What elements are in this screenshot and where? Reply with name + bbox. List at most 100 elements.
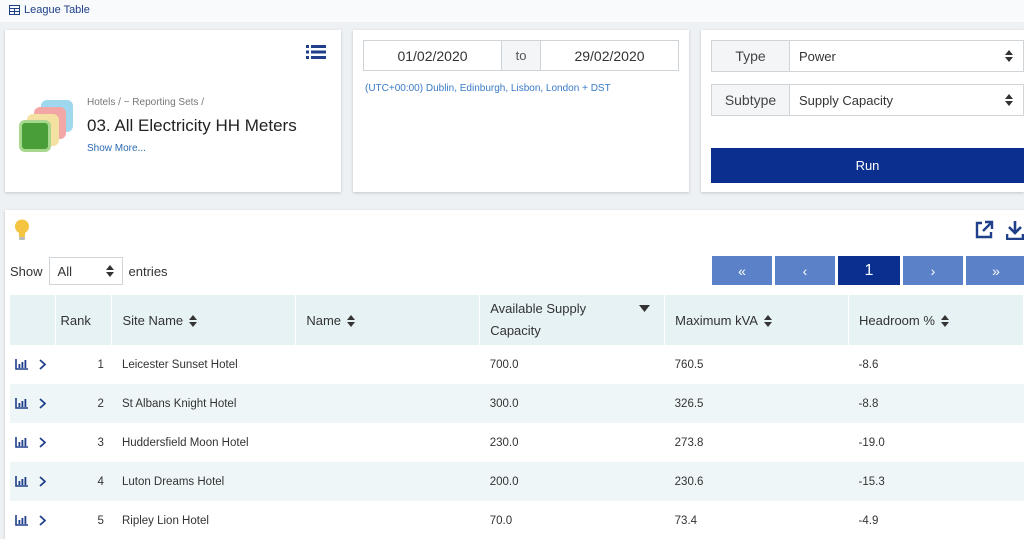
sort-desc-icon — [639, 305, 651, 312]
show-label: Show — [10, 263, 43, 279]
available-supply-capacity-header[interactable]: Available Supply Capacity — [479, 295, 666, 345]
headroom-header[interactable]: Headroom % — [848, 295, 1024, 345]
reporting-set-name: 03. All Electricity HH Meters — [87, 116, 297, 135]
rank-cell: 2 — [55, 384, 112, 423]
type-value[interactable]: Power — [790, 41, 995, 71]
open-external-icon[interactable] — [974, 220, 994, 240]
breadcrumb[interactable]: Hotels / ~ Reporting Sets / — [87, 97, 204, 108]
bar-chart-icon[interactable] — [15, 436, 28, 448]
table-row[interactable]: 2 St Albans Knight Hotel 300.0 326.5 -8.8 — [10, 384, 1024, 423]
row-actions — [10, 462, 56, 501]
sort-caret-icon — [347, 315, 356, 328]
maximum-kva-cell: 73.4 — [674, 514, 698, 527]
page-title: League Table — [24, 4, 90, 16]
first-page-button[interactable]: « — [712, 256, 772, 285]
table-row[interactable]: 1 Leicester Sunset Hotel 700.0 760.5 -8.6 — [10, 345, 1024, 384]
entries-suffix: entries — [128, 263, 168, 279]
rank-header[interactable]: Rank — [55, 295, 113, 345]
headroom-cell: -8.6 — [858, 358, 879, 371]
row-actions — [10, 423, 56, 462]
subtype-select[interactable]: Subtype Supply Capacity — [711, 84, 1024, 116]
prev-page-button[interactable]: ‹ — [775, 256, 835, 285]
row-actions — [10, 345, 56, 384]
headroom-cell: -8.8 — [848, 384, 1024, 423]
site-name-cell: Huddersfield Moon Hotel — [121, 436, 249, 449]
pagination: « ‹ 1 › » — [712, 256, 1024, 285]
start-date-input[interactable]: 01/02/2020 — [364, 41, 501, 70]
bar-chart-icon[interactable] — [15, 514, 28, 526]
name-cell — [295, 462, 480, 501]
last-page-button[interactable]: » — [966, 256, 1024, 285]
name-header[interactable]: Name — [295, 295, 481, 345]
name-cell — [296, 501, 480, 539]
entries-control: Show All entries — [10, 257, 168, 285]
name-cell — [295, 384, 480, 423]
league-table: Rank Site Name Name Available Supply Cap… — [10, 295, 1024, 539]
date-range-card: 01/02/2020 to 29/02/2020 (UTC+00:00) Dub… — [353, 30, 689, 192]
sort-caret-icon — [995, 85, 1023, 115]
capacity-cell: 700.0 — [489, 358, 519, 371]
chevron-right-icon[interactable] — [39, 398, 47, 409]
capacity-cell: 230.0 — [489, 436, 519, 449]
maximum-kva-header[interactable]: Maximum kVA — [664, 295, 850, 345]
league-table-panel: Show All entries « ‹ 1 › » Rank Site Nam… — [5, 210, 1024, 539]
reporting-set-icon — [19, 100, 81, 156]
chevron-right-icon[interactable] — [39, 476, 47, 487]
capacity-cell: 200.0 — [479, 462, 665, 501]
entries-select[interactable]: All — [48, 257, 123, 285]
chevron-right-icon[interactable] — [39, 515, 47, 526]
icon-column-header — [10, 295, 57, 345]
site-name-header[interactable]: Site Name — [111, 295, 297, 345]
row-actions — [10, 384, 56, 423]
filter-card: Type Power Subtype Supply Capacity Run — [701, 30, 1024, 192]
table-icon — [9, 5, 20, 15]
subtype-value[interactable]: Supply Capacity — [790, 85, 995, 115]
end-date-input[interactable]: 29/02/2020 — [541, 41, 678, 70]
maximum-kva-cell: 760.5 — [674, 358, 704, 371]
sort-caret-icon — [763, 315, 772, 328]
maximum-kva-cell: 230.6 — [664, 462, 849, 501]
table-row[interactable]: 4 Luton Dreams Hotel 200.0 230.6 -15.3 — [10, 462, 1024, 501]
bar-chart-icon[interactable] — [15, 475, 28, 487]
rank-cell: 5 — [97, 514, 104, 527]
headroom-cell: -4.9 — [858, 514, 879, 527]
bar-chart-icon[interactable] — [15, 358, 28, 370]
table-row[interactable]: 5 Ripley Lion Hotel 70.0 73.4 -4.9 — [10, 501, 1024, 539]
download-icon[interactable] — [1006, 220, 1024, 240]
table-row[interactable]: 3 Huddersfield Moon Hotel 230.0 273.8 -19.0 — [10, 423, 1024, 462]
maximum-kva-cell: 273.8 — [674, 436, 704, 449]
site-name-cell: Ripley Lion Hotel — [121, 514, 209, 527]
chevron-right-icon[interactable] — [39, 359, 47, 370]
name-cell — [296, 345, 480, 384]
next-page-button[interactable]: › — [903, 256, 963, 285]
date-to-label: to — [501, 41, 541, 70]
list-icon[interactable] — [306, 44, 326, 60]
rank-cell: 4 — [55, 462, 112, 501]
top-bar: League Table — [0, 0, 1024, 22]
rank-cell: 1 — [97, 358, 104, 371]
show-more-link[interactable]: Show More... — [87, 143, 146, 154]
type-label: Type — [712, 41, 790, 71]
rank-cell: 3 — [97, 436, 104, 449]
table-header-row: Rank Site Name Name Available Supply Cap… — [10, 295, 1024, 345]
run-button[interactable]: Run — [711, 148, 1024, 183]
capacity-cell: 300.0 — [479, 384, 665, 423]
bar-chart-icon[interactable] — [15, 397, 28, 409]
name-cell — [296, 423, 480, 462]
sort-caret-icon — [189, 315, 198, 328]
capacity-cell: 70.0 — [489, 514, 513, 527]
sort-caret-icon — [940, 315, 949, 328]
type-select[interactable]: Type Power — [711, 40, 1024, 72]
lightbulb-icon[interactable] — [14, 219, 30, 241]
table-tools — [974, 220, 1024, 240]
sort-caret-icon — [995, 41, 1023, 71]
site-name-cell: Leicester Sunset Hotel — [121, 358, 238, 371]
chevron-right-icon[interactable] — [39, 437, 47, 448]
timezone-label: (UTC+00:00) Dublin, Edinburgh, Lisbon, L… — [365, 83, 611, 94]
league-table-title: League Table — [9, 4, 90, 16]
entries-value: All — [57, 263, 72, 279]
current-page-button[interactable]: 1 — [838, 256, 900, 285]
maximum-kva-cell: 326.5 — [664, 384, 849, 423]
site-name-cell: St Albans Knight Hotel — [111, 384, 296, 423]
row-actions — [10, 501, 56, 539]
